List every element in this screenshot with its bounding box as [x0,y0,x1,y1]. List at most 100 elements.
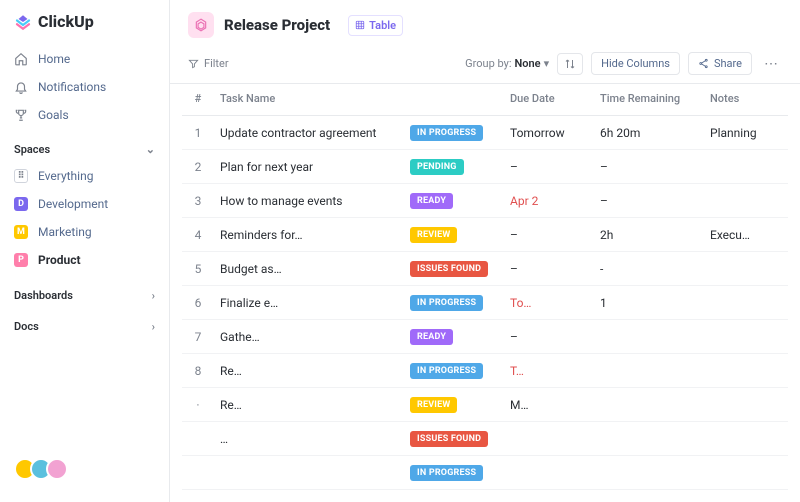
cell-time-remaining[interactable] [594,388,704,422]
space-item-development[interactable]: DDevelopment [0,190,169,218]
nav-home[interactable]: Home [0,45,169,73]
space-badge: D [14,197,28,211]
col-due-date[interactable]: Due Date [504,84,594,116]
spaces-header[interactable]: Spaces ⌄ [0,129,169,162]
cell-time-remaining[interactable] [594,422,704,456]
cell-due-date[interactable]: Apr 2 [504,184,594,218]
group-by-button[interactable]: Group by: None ▾ [465,57,549,70]
cell-status[interactable]: IN PROGRESS [404,116,504,150]
cell-task-name[interactable]: Budget as… [214,252,404,286]
cell-status[interactable]: READY [404,184,504,218]
hide-columns-button[interactable]: Hide Columns [591,52,680,75]
cell-task-name[interactable]: Reminders for… [214,218,404,252]
cell-notes[interactable] [704,320,788,354]
cell-task-name[interactable]: Finalize e… [214,286,404,320]
cell-status[interactable]: ISSUES FOUND [404,422,504,456]
cell-task-name[interactable]: Re… [214,354,404,388]
cell-notes[interactable] [704,150,788,184]
col-task-name[interactable]: Task Name [214,84,404,116]
space-everything[interactable]: ⠿ Everything [0,162,169,190]
cell-status[interactable]: PENDING [404,150,504,184]
avatar-stack[interactable] [0,448,169,490]
share-label: Share [714,57,742,70]
cell-status[interactable]: REVIEW [404,388,504,422]
table-row[interactable]: 4 Reminders for… REVIEW – 2h Execu… [182,218,788,252]
cell-status[interactable]: READY [404,320,504,354]
cell-time-remaining[interactable] [594,456,704,490]
table-row[interactable]: 5 Budget as… ISSUES FOUND – - [182,252,788,286]
cell-notes[interactable]: Planning [704,116,788,150]
cell-notes[interactable]: Execu… [704,218,788,252]
cell-task-name[interactable]: How to manage events [214,184,404,218]
cell-due-date[interactable]: Tomorrow [504,116,594,150]
cell-time-remaining[interactable]: 2h [594,218,704,252]
table-row[interactable]: … ISSUES FOUND [182,422,788,456]
cell-due-date[interactable]: M… [504,388,594,422]
chevron-right-icon: › [152,289,155,302]
col-time-remaining[interactable]: Time Remaining [594,84,704,116]
cell-due-date[interactable]: To… [504,286,594,320]
cell-time-remaining[interactable] [594,354,704,388]
cell-notes[interactable] [704,354,788,388]
cell-status[interactable]: ISSUES FOUND [404,252,504,286]
col-notes[interactable]: Notes [704,84,788,116]
table-row[interactable]: IN PROGRESS [182,456,788,490]
cell-status[interactable]: IN PROGRESS [404,456,504,490]
cell-notes[interactable] [704,456,788,490]
cell-due-date[interactable]: – [504,218,594,252]
cell-time-remaining[interactable]: 1 [594,286,704,320]
table-row[interactable]: 2 Plan for next year PENDING – – [182,150,788,184]
cell-status[interactable]: IN PROGRESS [404,354,504,388]
cell-due-date[interactable]: – [504,320,594,354]
cell-task-name[interactable]: Re… [214,388,404,422]
cell-notes[interactable] [704,422,788,456]
cell-task-name[interactable]: Plan for next year [214,150,404,184]
nav-notifications[interactable]: Notifications [0,73,169,101]
sort-button[interactable] [557,53,583,75]
bell-icon [14,80,28,94]
cell-task-name[interactable]: Gathe… [214,320,404,354]
table-row[interactable]: 7 Gathe… READY – [182,320,788,354]
cell-task-name[interactable]: Update contractor agreement [214,116,404,150]
nav-goals[interactable]: Goals [0,101,169,129]
filter-button[interactable]: Filter [188,57,229,70]
cell-time-remaining[interactable]: 6h 20m [594,116,704,150]
table-row[interactable]: 1 Update contractor agreement IN PROGRES… [182,116,788,150]
nav-dashboards[interactable]: Dashboards › [0,280,169,311]
cell-due-date[interactable]: T… [504,354,594,388]
cell-due-date[interactable]: – [504,150,594,184]
cell-time-remaining[interactable]: - [594,252,704,286]
cell-task-name[interactable]: … [214,422,404,456]
col-status[interactable] [404,84,504,116]
cell-due-date[interactable] [504,422,594,456]
more-menu-button[interactable]: ⋯ [760,56,782,72]
cell-num: 6 [182,286,214,320]
cell-due-date[interactable]: – [504,252,594,286]
brand-logo[interactable]: ClickUp [0,12,169,45]
view-switch-table[interactable]: Table [348,15,403,36]
space-item-marketing[interactable]: MMarketing [0,218,169,246]
cell-time-remaining[interactable]: – [594,184,704,218]
cell-notes[interactable] [704,286,788,320]
cell-task-name[interactable] [214,456,404,490]
status-pill: IN PROGRESS [410,295,483,311]
cell-status[interactable]: IN PROGRESS [404,286,504,320]
cell-notes[interactable] [704,388,788,422]
status-pill: READY [410,329,453,345]
table-row[interactable]: 3 How to manage events READY Apr 2 – [182,184,788,218]
share-button[interactable]: Share [688,52,752,75]
avatar[interactable] [46,458,68,480]
cell-notes[interactable] [704,184,788,218]
table-row[interactable]: 8 Re… IN PROGRESS T… [182,354,788,388]
cell-time-remaining[interactable] [594,320,704,354]
cell-due-date[interactable] [504,456,594,490]
project-icon[interactable] [188,12,214,38]
table-row[interactable]: · Re… REVIEW M… [182,388,788,422]
space-item-product[interactable]: PProduct [0,246,169,274]
col-num[interactable]: # [182,84,214,116]
table-row[interactable]: 6 Finalize e… IN PROGRESS To… 1 [182,286,788,320]
cell-notes[interactable] [704,252,788,286]
nav-docs[interactable]: Docs › [0,311,169,342]
cell-time-remaining[interactable]: – [594,150,704,184]
cell-status[interactable]: REVIEW [404,218,504,252]
